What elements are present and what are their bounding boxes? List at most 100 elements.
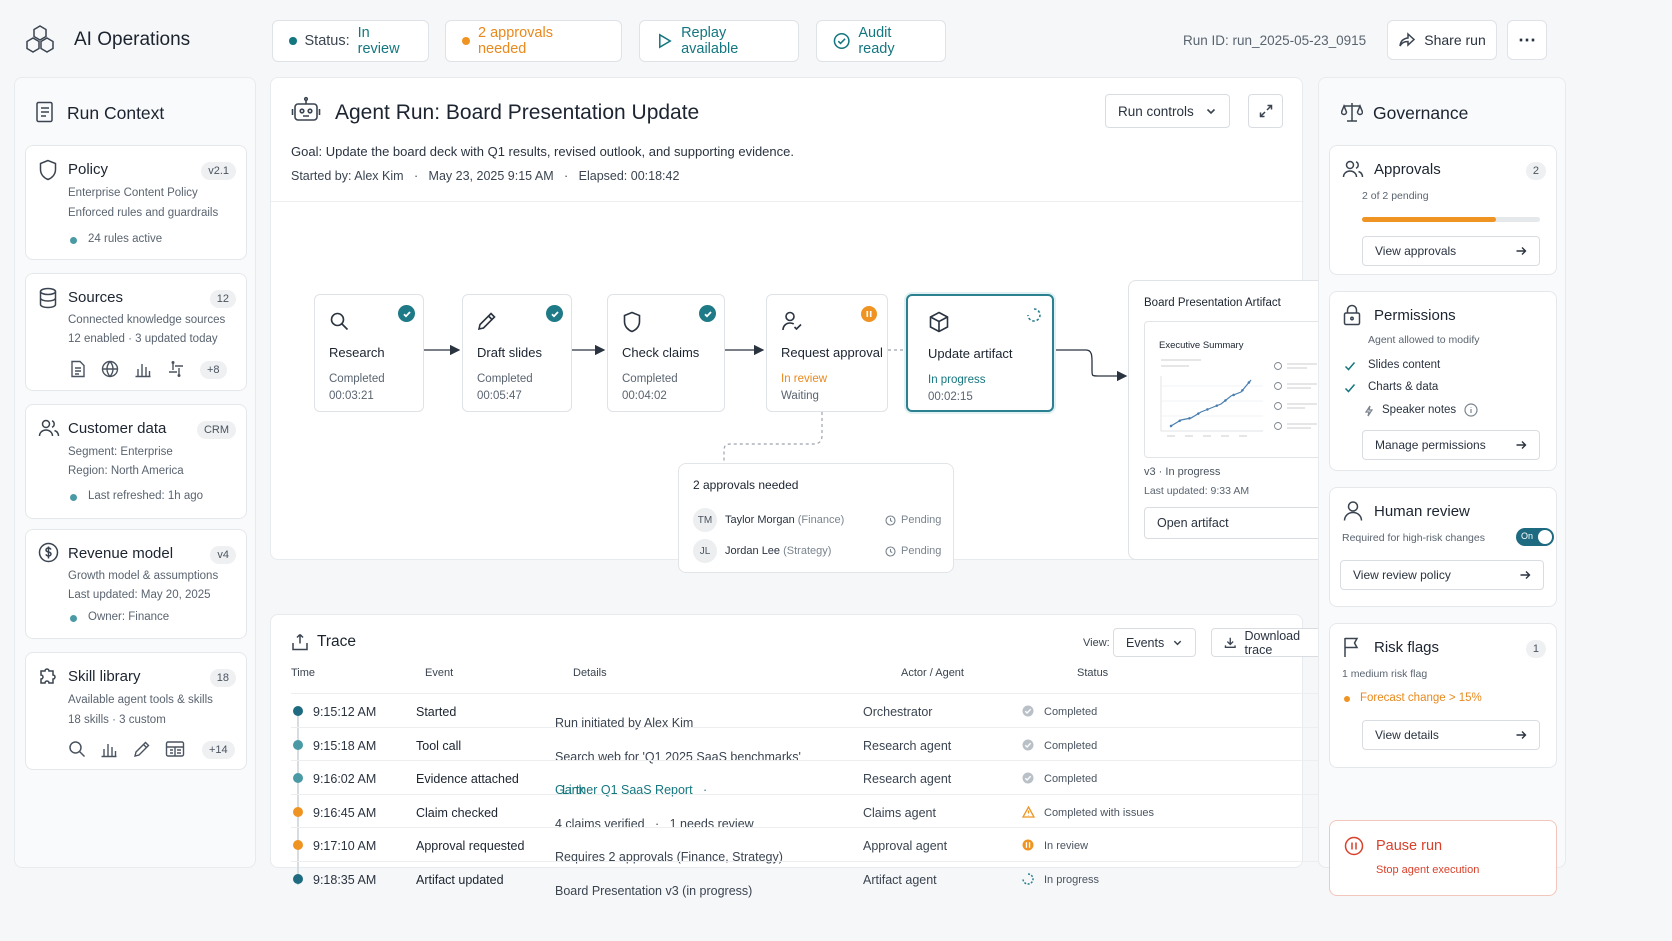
table-row[interactable]: 9:17:10 AM Approval requested Requires 2 a…: [291, 827, 1355, 864]
thumbnail-title: Executive Summary: [1159, 340, 1244, 351]
human-review-toggle[interactable]: On: [1516, 528, 1554, 546]
approvals-progress-track: [1362, 217, 1540, 222]
manage-permissions-label: Manage permissions: [1375, 438, 1486, 452]
row-actor: Research agent: [863, 738, 952, 753]
row-time: 9:15:18 AM: [313, 738, 377, 753]
step-status: Completed: [329, 373, 385, 385]
timeline-dot: [293, 840, 303, 850]
step-duration: Waiting: [781, 390, 819, 402]
artifact-version: v3 · In progress: [1144, 466, 1221, 478]
row-time: 9:16:02 AM: [313, 772, 377, 786]
users-icon: [1342, 160, 1364, 178]
scales-icon: [1341, 103, 1363, 122]
thumbnail-line-chart: [1160, 359, 1263, 437]
approvals-title: Approvals: [1374, 161, 1441, 178]
pause-status-icon: [861, 306, 877, 322]
approvals-card: Approvals 2 2 of 2 pending View approval…: [1329, 145, 1557, 275]
permission-charts: Charts & data: [1368, 381, 1439, 393]
row-time: 9:16:45 AM: [313, 805, 377, 820]
step-check-claims[interactable]: Check claims Completed 00:04:02: [607, 294, 725, 412]
row-time: 9:18:35 AM: [313, 872, 377, 887]
permission-speaker-notes: Speaker notes: [1382, 404, 1457, 416]
approver-1-role: (Finance): [797, 514, 845, 526]
row-status-icon: [1022, 772, 1034, 784]
trace-panel: Trace View: Events Download trace Time E…: [270, 614, 1355, 898]
row-status: Completed: [1044, 739, 1098, 752]
risk-flags-card: Risk flags 1 1 medium risk flag Forecast…: [1329, 623, 1557, 768]
pause-run-button[interactable]: Pause run Stop agent execution: [1329, 820, 1557, 896]
table-row[interactable]: 9:18:35 AM Artifact updated Board Presenta…: [291, 860, 1355, 898]
table-row[interactable]: 9:15:12 AM Started Run initiated by Alex K…: [291, 693, 1355, 730]
row-actor: Claims agent: [863, 805, 936, 820]
app-root: AI Operations Status: In review 2 approv…: [0, 0, 1672, 941]
timeline-dot: [293, 873, 303, 884]
step-title: Update artifact: [928, 346, 1013, 361]
row-status: In progress: [1044, 873, 1100, 886]
permission-slides: Slides content: [1368, 359, 1441, 371]
step-status: In review: [781, 373, 828, 385]
governance-title: Governance: [1373, 103, 1469, 123]
step-update-artifact[interactable]: Update artifact In progress 00:02:15: [906, 294, 1054, 412]
col-details: Details: [573, 667, 607, 679]
table-row[interactable]: 9:16:45 AM Claim checked 4 claims verified…: [291, 793, 1355, 831]
completed-status-icon: [1022, 705, 1034, 717]
approver-2[interactable]: Jordan Lee (Strategy): [725, 545, 831, 557]
avatar: TM: [693, 508, 717, 532]
manage-permissions-button[interactable]: Manage permissions: [1362, 430, 1540, 460]
row-actor: Orchestrator: [863, 705, 933, 719]
col-event: Event: [425, 667, 454, 679]
step-request-approval[interactable]: Request approval In review Waiting: [766, 294, 888, 412]
completed-check-icon: [398, 305, 415, 322]
check-icon: [1344, 384, 1356, 393]
row-status-icon: [1022, 739, 1034, 751]
table-row[interactable]: 9:16:02 AM Evidence attached Gartner Q1 Sa…: [291, 760, 1355, 797]
flag-icon: [1344, 637, 1359, 657]
view-review-policy-button[interactable]: View review policy: [1340, 560, 1544, 590]
step-draft-slides[interactable]: Draft slides Completed 00:05:47: [462, 294, 572, 412]
governance-panel: Governance Approvals 2 2 of 2 pending Vi…: [1318, 77, 1566, 896]
col-status: Status: [1077, 667, 1109, 679]
approver-2-name: Jordan Lee: [725, 545, 781, 557]
toggle-label: On: [1521, 531, 1534, 541]
row-event: Claim checked: [416, 805, 498, 820]
user-icon: [1343, 501, 1363, 521]
step-duration: 00:04:02: [622, 390, 667, 402]
completed-check-icon: [699, 305, 716, 322]
approvals-progress-fill: [1362, 217, 1496, 222]
arrow-right-icon: [1516, 441, 1527, 449]
table-row[interactable]: 9:15:18 AM Tool call Search web for 'Q1 20…: [291, 726, 1355, 764]
view-details-button[interactable]: View details: [1362, 720, 1540, 750]
bolt-icon: [1364, 405, 1374, 417]
open-artifact-label: Open artifact: [1157, 516, 1229, 530]
row-status-icon: [1022, 805, 1035, 818]
approvals-needed-box: 2 approvals needed TM Taylor Morgan (Fin…: [678, 463, 954, 573]
view-label: View:: [1083, 637, 1110, 649]
approver-1-status: Pending: [901, 514, 942, 526]
trace-icon: [292, 633, 308, 651]
approver-1[interactable]: Taylor Morgan (Finance): [725, 514, 844, 526]
view-select[interactable]: Events: [1113, 628, 1196, 657]
pause-status-icon: [1022, 839, 1034, 851]
row-actor: Research agent: [863, 772, 952, 786]
step-title: Research: [329, 345, 385, 360]
approver-1-name: Taylor Morgan: [725, 514, 795, 526]
human-review-title: Human review: [1374, 503, 1470, 520]
spinner-icon: [1022, 872, 1034, 885]
row-status: Completed: [1044, 773, 1098, 785]
download-trace-label: Download trace: [1244, 628, 1301, 657]
clock-icon: [885, 546, 896, 557]
row-event: Approval requested: [416, 839, 525, 853]
row-event: Artifact updated: [416, 872, 504, 887]
col-actor: Actor / Agent: [901, 667, 964, 679]
row-time: 9:17:10 AM: [313, 839, 377, 853]
approver-2-status: Pending: [901, 545, 942, 557]
view-approvals-button[interactable]: View approvals: [1362, 236, 1540, 266]
step-title: Check claims: [622, 345, 700, 360]
risk-flag-forecast[interactable]: Forecast change > 15%: [1360, 692, 1482, 704]
info-icon[interactable]: [1464, 403, 1478, 417]
step-research[interactable]: Research Completed 00:03:21: [314, 294, 424, 412]
arrow-right-icon: [1520, 571, 1531, 579]
artifact-title: Board Presentation Artifact: [1144, 297, 1281, 309]
step-status: Completed: [622, 373, 678, 385]
step-duration: 00:05:47: [477, 390, 522, 402]
